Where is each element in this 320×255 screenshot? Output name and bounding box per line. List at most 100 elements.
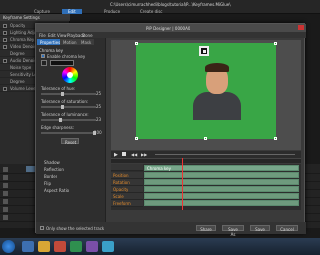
- tab-produce[interactable]: Produce: [104, 9, 120, 14]
- save-button[interactable]: Save: [250, 225, 270, 232]
- track-icon: [3, 199, 8, 204]
- slider-knob[interactable]: [61, 92, 64, 96]
- chroma-key-heading: Chroma key: [39, 48, 63, 53]
- reset-button[interactable]: Reset: [61, 138, 79, 145]
- track-freeform[interactable]: Freeform: [111, 200, 143, 207]
- option-reflection[interactable]: Reflection: [44, 167, 64, 172]
- clip-bar[interactable]: [144, 200, 299, 206]
- enable-checkbox[interactable]: [41, 54, 45, 58]
- track-icon: [3, 167, 8, 172]
- show-selected-checkbox[interactable]: [40, 226, 44, 230]
- option-flip[interactable]: Flip: [44, 181, 51, 186]
- next-frame-icon[interactable]: ▶▶: [141, 152, 147, 157]
- slider-knob[interactable]: [59, 118, 62, 122]
- color-wheel-center: [67, 72, 73, 78]
- app-icon[interactable]: [70, 241, 82, 252]
- track-header: [111, 164, 143, 171]
- tolerance-lum-slider[interactable]: [41, 118, 96, 122]
- track-scale[interactable]: Scale: [111, 193, 143, 200]
- checkbox[interactable]: [3, 44, 7, 49]
- resize-handle[interactable]: [135, 137, 138, 140]
- close-icon[interactable]: [298, 25, 304, 30]
- windows-taskbar: [0, 238, 320, 255]
- checkbox[interactable]: [3, 23, 7, 28]
- clip-bar[interactable]: [144, 179, 299, 185]
- clip-bar[interactable]: Chroma key: [144, 165, 299, 171]
- powerdirector-icon[interactable]: [86, 241, 98, 252]
- start-button[interactable]: [2, 240, 15, 253]
- explorer-icon[interactable]: [38, 241, 50, 252]
- tolerance-lum-label: Tolerance of luminance:: [41, 112, 89, 117]
- dialog-titlebar: PiP Designer | 0000A0: [36, 24, 306, 32]
- clip-bar[interactable]: [144, 186, 299, 192]
- keyframe-tracks: Position Rotation Opacity Scale Freeform…: [111, 164, 301, 210]
- track-icon: [3, 215, 8, 220]
- previous-frame-icon[interactable]: ◀◀: [131, 152, 137, 157]
- section-label: Degree: [10, 51, 25, 56]
- green-screen-video[interactable]: [136, 43, 276, 139]
- panel-title: Keyframe Settings: [3, 15, 40, 20]
- track-icon: [3, 183, 8, 188]
- timeline-ruler: [111, 158, 301, 163]
- pip-designer-dialog: PiP Designer | 0000A0 File Edit View Pla…: [35, 23, 306, 237]
- clip-bar[interactable]: [144, 193, 299, 199]
- checkbox[interactable]: [3, 37, 7, 42]
- playhead[interactable]: [182, 158, 183, 210]
- share-button[interactable]: Share: [196, 225, 216, 232]
- color-wheel[interactable]: [62, 67, 78, 83]
- checkbox[interactable]: [3, 30, 7, 35]
- tolerance-sat-label: Tolerance of saturation:: [41, 99, 89, 104]
- person-hair: [205, 63, 229, 72]
- track-icon: [3, 191, 8, 196]
- eyedropper-icon[interactable]: [41, 60, 47, 66]
- clip-bar[interactable]: [144, 172, 299, 178]
- section-label: Degree: [10, 79, 25, 84]
- resize-handle[interactable]: [274, 137, 277, 140]
- option-aspect-ratio[interactable]: Aspect Ratio: [44, 188, 69, 193]
- option-shadow[interactable]: Shadow: [44, 160, 60, 165]
- key-color-swatch[interactable]: [50, 60, 74, 66]
- resize-handle[interactable]: [135, 42, 138, 45]
- tab-mask[interactable]: Mask: [78, 39, 95, 45]
- track-position[interactable]: Position: [111, 172, 143, 179]
- edge-sharpness-label: Edge sharpness:: [41, 125, 75, 130]
- edge-sharpness-slider[interactable]: [41, 131, 96, 135]
- stop-icon[interactable]: [122, 152, 126, 156]
- scrub-bar[interactable]: [155, 154, 295, 155]
- tolerance-hue-slider[interactable]: [41, 92, 96, 96]
- tolerance-sat-value: 25: [96, 104, 102, 109]
- enable-label: Enable chroma key: [47, 54, 86, 59]
- section-label: Noise type: [10, 65, 32, 70]
- slider-knob[interactable]: [61, 105, 64, 109]
- track-icon: [3, 207, 8, 212]
- media-player-icon[interactable]: [54, 241, 66, 252]
- edge-sharpness-value: 100: [94, 130, 102, 135]
- section-label: Opacity: [10, 23, 26, 28]
- tolerance-hue-label: Tolerance of hue:: [41, 86, 76, 91]
- option-border[interactable]: Border: [44, 174, 57, 179]
- resize-handle[interactable]: [204, 137, 207, 140]
- playback-controls: ▶ ◀◀ ▶▶: [111, 151, 301, 158]
- tolerance-hue-value: 25: [96, 91, 102, 96]
- person-body: [193, 92, 241, 120]
- checkbox[interactable]: [3, 86, 7, 91]
- clip-label: Chroma key: [147, 166, 171, 171]
- checkbox[interactable]: [3, 58, 7, 63]
- track-rotation[interactable]: Rotation: [111, 179, 143, 186]
- app-icon[interactable]: [102, 241, 114, 252]
- window-title: C:\Users\cimurrachhedi\blogs\tutorial\P.…: [110, 2, 231, 7]
- resize-handle[interactable]: [274, 42, 277, 45]
- section-label: Volume Level: [10, 86, 37, 91]
- tolerance-sat-slider[interactable]: [41, 105, 96, 109]
- tab-motion[interactable]: Motion: [60, 39, 80, 45]
- cancel-button[interactable]: Cancel: [276, 225, 298, 232]
- ie-icon[interactable]: [22, 241, 34, 252]
- dialog-title: PiP Designer | 0000A0: [146, 26, 191, 31]
- tolerance-lum-value: 23: [96, 117, 102, 122]
- panel-header: Keyframe Settings: [0, 14, 70, 21]
- save-as-button[interactable]: Save As: [222, 225, 244, 237]
- track-opacity[interactable]: Opacity: [111, 186, 143, 193]
- tracking-marker-icon: [199, 46, 209, 56]
- tab-create-disc[interactable]: Create disc: [140, 9, 163, 14]
- track-icon: [3, 175, 8, 180]
